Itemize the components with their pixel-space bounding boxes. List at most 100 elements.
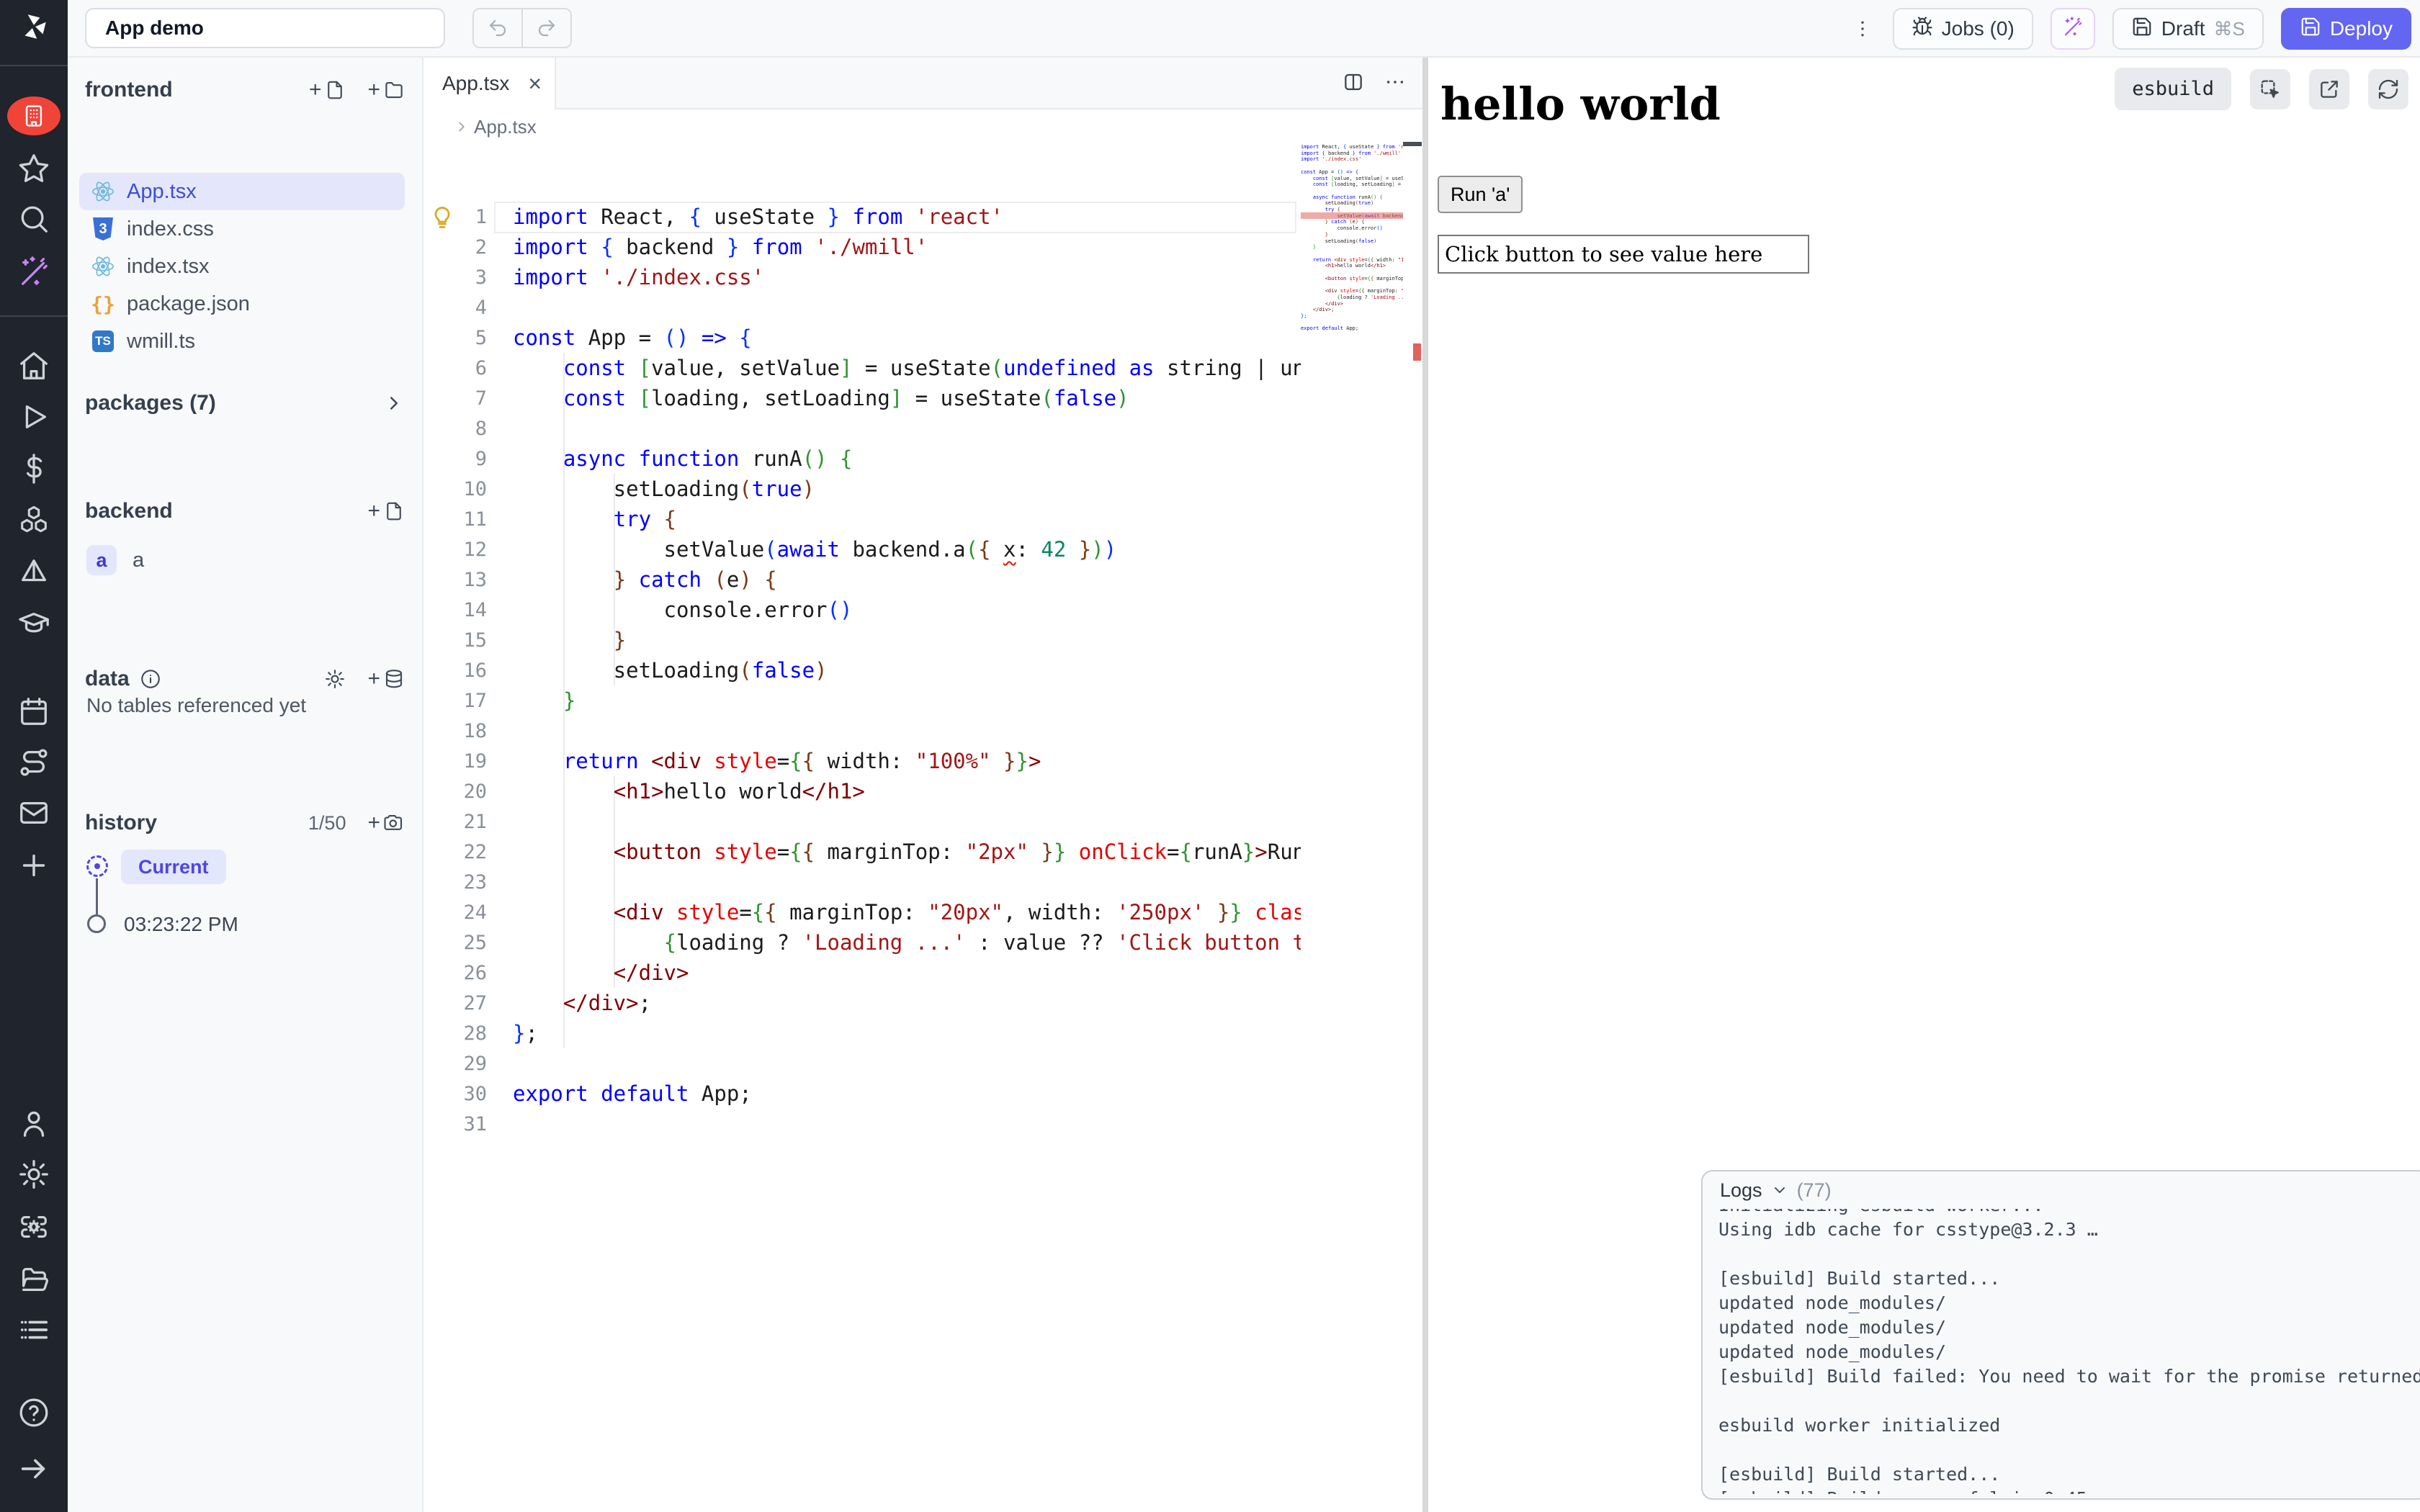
route-icon[interactable]: [17, 746, 50, 779]
code-line[interactable]: 26 </div>: [425, 958, 1301, 988]
list-icon[interactable]: [17, 1313, 50, 1346]
add-script-button[interactable]: +: [367, 499, 405, 523]
inspect-element-icon[interactable]: [2250, 69, 2290, 109]
gear-icon[interactable]: [324, 668, 346, 690]
add-snapshot-button[interactable]: +: [367, 811, 405, 835]
code-line[interactable]: 17 }: [425, 685, 1301, 716]
star-icon[interactable]: [17, 152, 50, 185]
pyramid-icon[interactable]: [17, 556, 50, 589]
code-line[interactable]: 3import './index.css': [425, 262, 1301, 292]
open-external-icon[interactable]: [2309, 69, 2349, 109]
code-line[interactable]: 6 const [value, setValue] = useState(und…: [425, 353, 1301, 383]
minimap[interactable]: import React, { useState } from 'react'i…: [1301, 144, 1403, 446]
code-line[interactable]: 7 const [loading, setLoading] = useState…: [425, 383, 1301, 413]
add-database-button[interactable]: +: [367, 667, 405, 691]
code-line[interactable]: 8: [425, 413, 1301, 444]
code-line[interactable]: 25 {loading ? 'Loading ...' : value ?? '…: [425, 927, 1301, 958]
code-line[interactable]: 30export default App;: [425, 1079, 1301, 1109]
add-folder-button[interactable]: +: [367, 78, 405, 102]
refresh-icon[interactable]: [2368, 69, 2408, 109]
boxes-icon[interactable]: [17, 503, 50, 536]
file-item-index-tsx[interactable]: index.tsx: [79, 248, 405, 285]
file-item-index-css[interactable]: 3index.css: [79, 210, 405, 248]
history-node-icon[interactable]: [87, 914, 106, 933]
chevron-right-icon[interactable]: [383, 392, 405, 414]
code-line[interactable]: 5const App = () => {: [425, 323, 1301, 353]
add-file-button[interactable]: +: [309, 78, 346, 102]
file-item-wmill-ts[interactable]: TSwmill.ts: [79, 323, 405, 360]
breadcrumb[interactable]: App.tsx: [454, 109, 537, 144]
packages-section-header[interactable]: packages (7): [85, 385, 405, 421]
code-line[interactable]: 23: [425, 867, 1301, 897]
arrow-right-icon[interactable]: [17, 1452, 50, 1485]
log-line: esbuild worker initialized: [1718, 1413, 2420, 1438]
chevron-down-icon[interactable]: [1771, 1182, 1788, 1199]
code-line[interactable]: 28};: [425, 1018, 1301, 1048]
server-cog-icon[interactable]: [17, 1210, 50, 1243]
code-content[interactable]: 1import React, { useState } from 'react'…: [425, 144, 1301, 1512]
log-line: [1718, 1438, 2420, 1462]
line-number: 17: [425, 690, 487, 712]
run-a-button[interactable]: Run 'a': [1438, 176, 1523, 213]
code-line[interactable]: 1import React, { useState } from 'react': [425, 202, 1301, 232]
play-icon[interactable]: [17, 400, 50, 433]
history-timestamp[interactable]: 03:23:22 PM: [124, 913, 238, 936]
jobs-button[interactable]: Jobs (0): [1893, 8, 2033, 50]
graduation-cap-icon[interactable]: [17, 607, 50, 640]
history-current-node-icon[interactable]: [86, 855, 108, 877]
file-label: App.tsx: [127, 180, 197, 204]
panel-resize-handle[interactable]: [1422, 58, 1428, 1512]
code-line[interactable]: 20 <h1>hello world</h1>: [425, 776, 1301, 806]
logs-title[interactable]: Logs: [1720, 1179, 1762, 1202]
calendar-icon[interactable]: [17, 695, 50, 728]
home-icon[interactable]: [17, 349, 50, 382]
settings-icon[interactable]: [17, 1158, 50, 1191]
folder-open-icon[interactable]: [17, 1263, 50, 1296]
deploy-button[interactable]: Deploy: [2281, 8, 2411, 50]
code-line[interactable]: 15 }: [425, 625, 1301, 655]
redo-button[interactable]: [521, 9, 570, 47]
user-icon[interactable]: [17, 1107, 50, 1140]
code-line[interactable]: 27 </div>;: [425, 988, 1301, 1018]
dollar-sign-icon[interactable]: [17, 452, 50, 485]
more-menu-icon[interactable]: [1850, 18, 1876, 40]
app-name-input[interactable]: App demo: [85, 8, 445, 48]
code-line[interactable]: 13 } catch (e) {: [425, 564, 1301, 595]
code-line[interactable]: 19 return <div style={{ width: "100%" }}…: [425, 746, 1301, 776]
code-line[interactable]: 18: [425, 716, 1301, 746]
wand-sparkles-icon[interactable]: [17, 255, 50, 288]
code-line[interactable]: 29: [425, 1048, 1301, 1079]
code-line[interactable]: 10 setLoading(true): [425, 474, 1301, 504]
code-line[interactable]: 22 <button style={{ marginTop: "2px" }} …: [425, 837, 1301, 867]
file-item-package-json[interactable]: {}package.json: [79, 285, 405, 323]
code-line[interactable]: 9 async function runA() {: [425, 444, 1301, 474]
code-line[interactable]: 24 <div style={{ marginTop: "20px", widt…: [425, 897, 1301, 927]
backend-script-row[interactable]: a a: [86, 541, 144, 579]
ellipsis-icon[interactable]: [1384, 71, 1407, 97]
code-line[interactable]: 31: [425, 1109, 1301, 1139]
code-line[interactable]: 14 console.error(): [425, 595, 1301, 625]
data-empty-text: No tables referenced yet: [86, 694, 306, 717]
file-item-app-tsx[interactable]: App.tsx: [79, 173, 405, 210]
history-current-badge[interactable]: Current: [121, 850, 226, 884]
close-icon[interactable]: ×: [528, 72, 542, 95]
code-line[interactable]: 12 setValue(await backend.a({ x: 42 })): [425, 534, 1301, 564]
code-line[interactable]: 16 setLoading(false): [425, 655, 1301, 685]
code-line[interactable]: 4: [425, 292, 1301, 323]
building-icon[interactable]: [7, 96, 60, 135]
code-line[interactable]: 2import { backend } from './wmill': [425, 232, 1301, 262]
code-line[interactable]: 21: [425, 806, 1301, 837]
help-circle-icon[interactable]: [17, 1396, 50, 1429]
code-line[interactable]: 11 try {: [425, 504, 1301, 534]
windmill-logo-icon[interactable]: [17, 10, 50, 43]
ai-wand-button[interactable]: [2051, 8, 2095, 50]
tab-app-tsx[interactable]: App.tsx ×: [425, 58, 556, 109]
search-icon[interactable]: [17, 202, 50, 235]
mail-icon[interactable]: [17, 796, 50, 829]
draft-button[interactable]: Draft ⌘S: [2112, 8, 2264, 50]
split-editor-icon[interactable]: [1342, 71, 1365, 97]
undo-button[interactable]: [474, 9, 521, 47]
history-section-header: history 1/50 +: [85, 805, 405, 841]
plus-icon[interactable]: [17, 849, 50, 882]
info-icon[interactable]: [140, 668, 161, 690]
